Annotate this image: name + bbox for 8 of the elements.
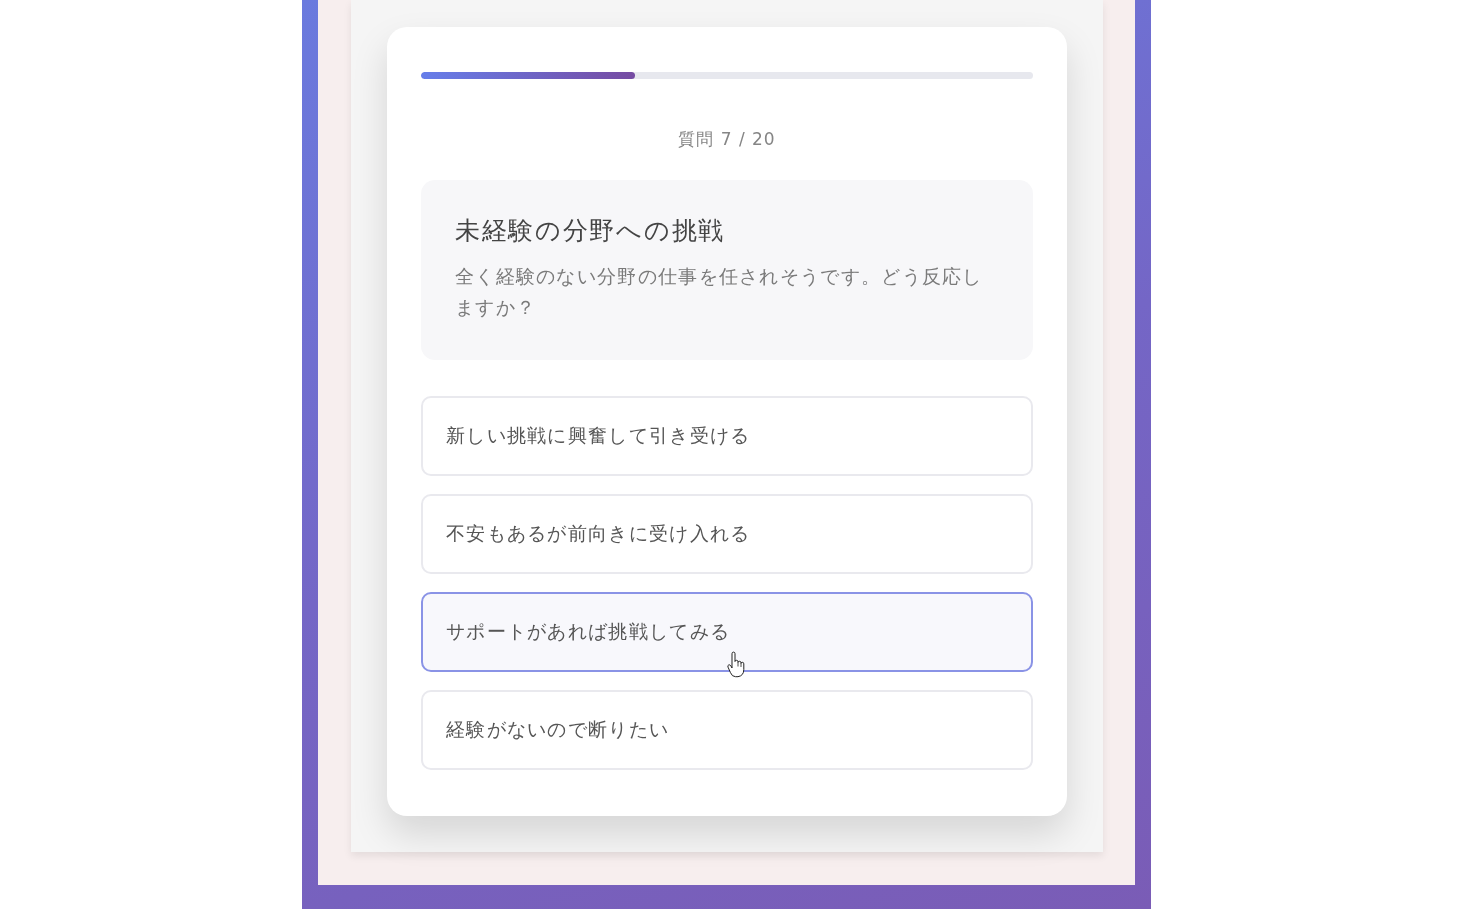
hand-cursor-icon bbox=[727, 651, 745, 678]
question-title: 未経験の分野への挑戦 bbox=[455, 215, 726, 247]
option-button[interactable]: 新しい挑戦に興奮して引き受ける bbox=[421, 396, 1033, 476]
option-button[interactable]: 不安もあるが前向きに受け入れる bbox=[421, 494, 1033, 574]
question-counter: 質問 7 / 20 bbox=[677, 128, 777, 151]
option-button[interactable]: 経験がないので断りたい bbox=[421, 690, 1033, 770]
question-text: 全く経験のない分野の仕事を任されそうです。どう反応しますか？ bbox=[455, 264, 984, 320]
option-button[interactable]: サポートがあれば挑戦してみる bbox=[421, 592, 1033, 672]
